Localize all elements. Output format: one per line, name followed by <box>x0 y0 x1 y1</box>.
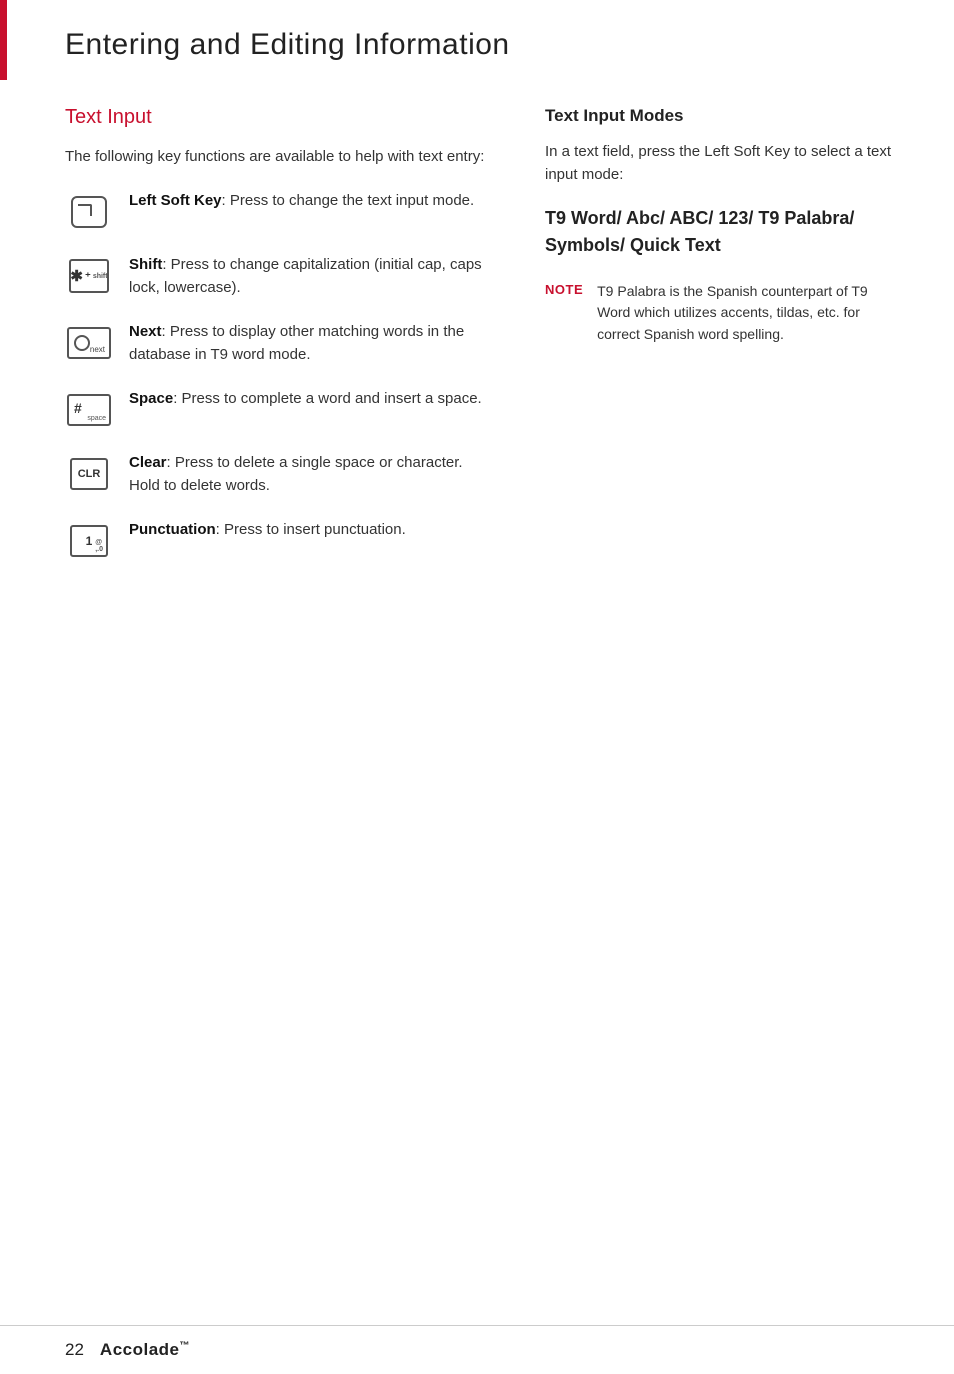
key-name-shift: Shift <box>129 256 162 273</box>
next-circle <box>74 335 90 351</box>
next-key-text: Next: Press to display other matching wo… <box>129 321 495 366</box>
shift-icon-shape: ✱ ⁺ shift <box>69 259 109 293</box>
shift-icon-inner: ✱ ⁺ <box>70 267 90 285</box>
clr-icon-wrap: CLR <box>65 454 113 494</box>
footer-page-number: 22 <box>65 1340 84 1360</box>
note-block: NOTE T9 Palabra is the Spanish counterpa… <box>545 281 899 346</box>
key-desc-clr: Press to delete a single space or charac… <box>129 454 463 494</box>
key-desc-next: Press to display other matching words in… <box>129 323 464 363</box>
note-text: T9 Palabra is the Spanish counterpart of… <box>597 281 899 346</box>
separator-punct: : <box>216 521 224 538</box>
list-item: Left Soft Key: Press to change the text … <box>65 190 495 232</box>
footer-brand: Accolade™ <box>100 1340 190 1360</box>
clr-key-text: Clear: Press to delete a single space or… <box>129 452 495 497</box>
plus-symbol: ⁺ <box>85 270 91 283</box>
clr-icon-shape: CLR <box>70 458 108 490</box>
hash-symbol: # <box>74 400 82 416</box>
modes-intro: In a text field, press the Left Soft Key… <box>545 140 899 187</box>
page-container: Entering and Editing Information Text In… <box>0 0 954 1374</box>
space-key-text: Space: Press to complete a word and inse… <box>129 388 495 411</box>
list-item: # space Space: Press to complete a word … <box>65 388 495 430</box>
separator-clr: : <box>167 454 175 471</box>
shift-key-text: Shift: Press to change capitalization (i… <box>129 254 495 299</box>
left-soft-key-icon <box>65 192 113 232</box>
intro-paragraph: The following key functions are availabl… <box>65 145 495 168</box>
punct-icon-shape: 1 @,.0 <box>70 525 108 557</box>
space-label: space <box>87 415 106 422</box>
content-area: Text Input The following key functions a… <box>0 86 954 623</box>
key-name-punct: Punctuation <box>129 521 216 538</box>
right-column: Text Input Modes In a text field, press … <box>525 106 899 583</box>
key-name-lsk: Left Soft Key <box>129 192 222 209</box>
shift-label: shift <box>93 273 108 280</box>
space-icon-wrap: # space <box>65 390 113 430</box>
next-icon-wrap: next <box>65 323 113 363</box>
space-icon-shape: # space <box>67 394 111 426</box>
punct-key-text: Punctuation: Press to insert punctuation… <box>129 519 495 542</box>
clr-label: CLR <box>78 468 101 480</box>
page-header: Entering and Editing Information <box>0 0 954 86</box>
left-column: Text Input The following key functions a… <box>65 106 495 583</box>
list-item: next Next: Press to display other matchi… <box>65 321 495 366</box>
separator-lsk: : <box>222 192 230 209</box>
key-desc-shift: Press to change capitalization (initial … <box>129 256 482 296</box>
shift-icon-wrap: ✱ ⁺ shift <box>65 256 113 296</box>
key-name-space: Space <box>129 390 173 407</box>
key-name-clr: Clear <box>129 454 167 471</box>
brand-name: Accolade <box>100 1340 180 1359</box>
lsk-icon-shape <box>71 196 107 228</box>
page-footer: 22 Accolade™ <box>0 1325 954 1374</box>
key-desc-lsk: Press to change the text input mode. <box>230 192 474 209</box>
next-label: next <box>90 345 105 354</box>
separator-space: : <box>173 390 181 407</box>
accent-bar <box>0 0 7 80</box>
star-symbol: ✱ <box>70 267 83 285</box>
separator-shift: : <box>162 256 170 273</box>
separator-next: : <box>162 323 170 340</box>
text-input-modes-heading: Text Input Modes <box>545 106 899 126</box>
punct-number: 1 <box>86 534 93 548</box>
key-desc-punct: Press to insert punctuation. <box>224 521 406 538</box>
key-items-list: Left Soft Key: Press to change the text … <box>65 190 495 561</box>
list-item: 1 @,.0 Punctuation: Press to insert punc… <box>65 519 495 561</box>
note-label: NOTE <box>545 281 583 297</box>
key-name-next: Next <box>129 323 162 340</box>
next-icon-shape: next <box>67 327 111 359</box>
punct-icon-wrap: 1 @,.0 <box>65 521 113 561</box>
punct-sub-label: @,.0 <box>95 539 103 553</box>
trademark-symbol: ™ <box>180 1340 191 1351</box>
modes-list: T9 Word/ Abc/ ABC/ 123/ T9 Palabra/ Symb… <box>545 205 899 259</box>
list-item: ✱ ⁺ shift Shift: Press to change capital… <box>65 254 495 299</box>
text-input-heading: Text Input <box>65 106 495 129</box>
key-desc-space: Press to complete a word and insert a sp… <box>182 390 482 407</box>
left-soft-key-text: Left Soft Key: Press to change the text … <box>129 190 495 213</box>
list-item: CLR Clear: Press to delete a single spac… <box>65 452 495 497</box>
page-title: Entering and Editing Information <box>65 28 899 62</box>
